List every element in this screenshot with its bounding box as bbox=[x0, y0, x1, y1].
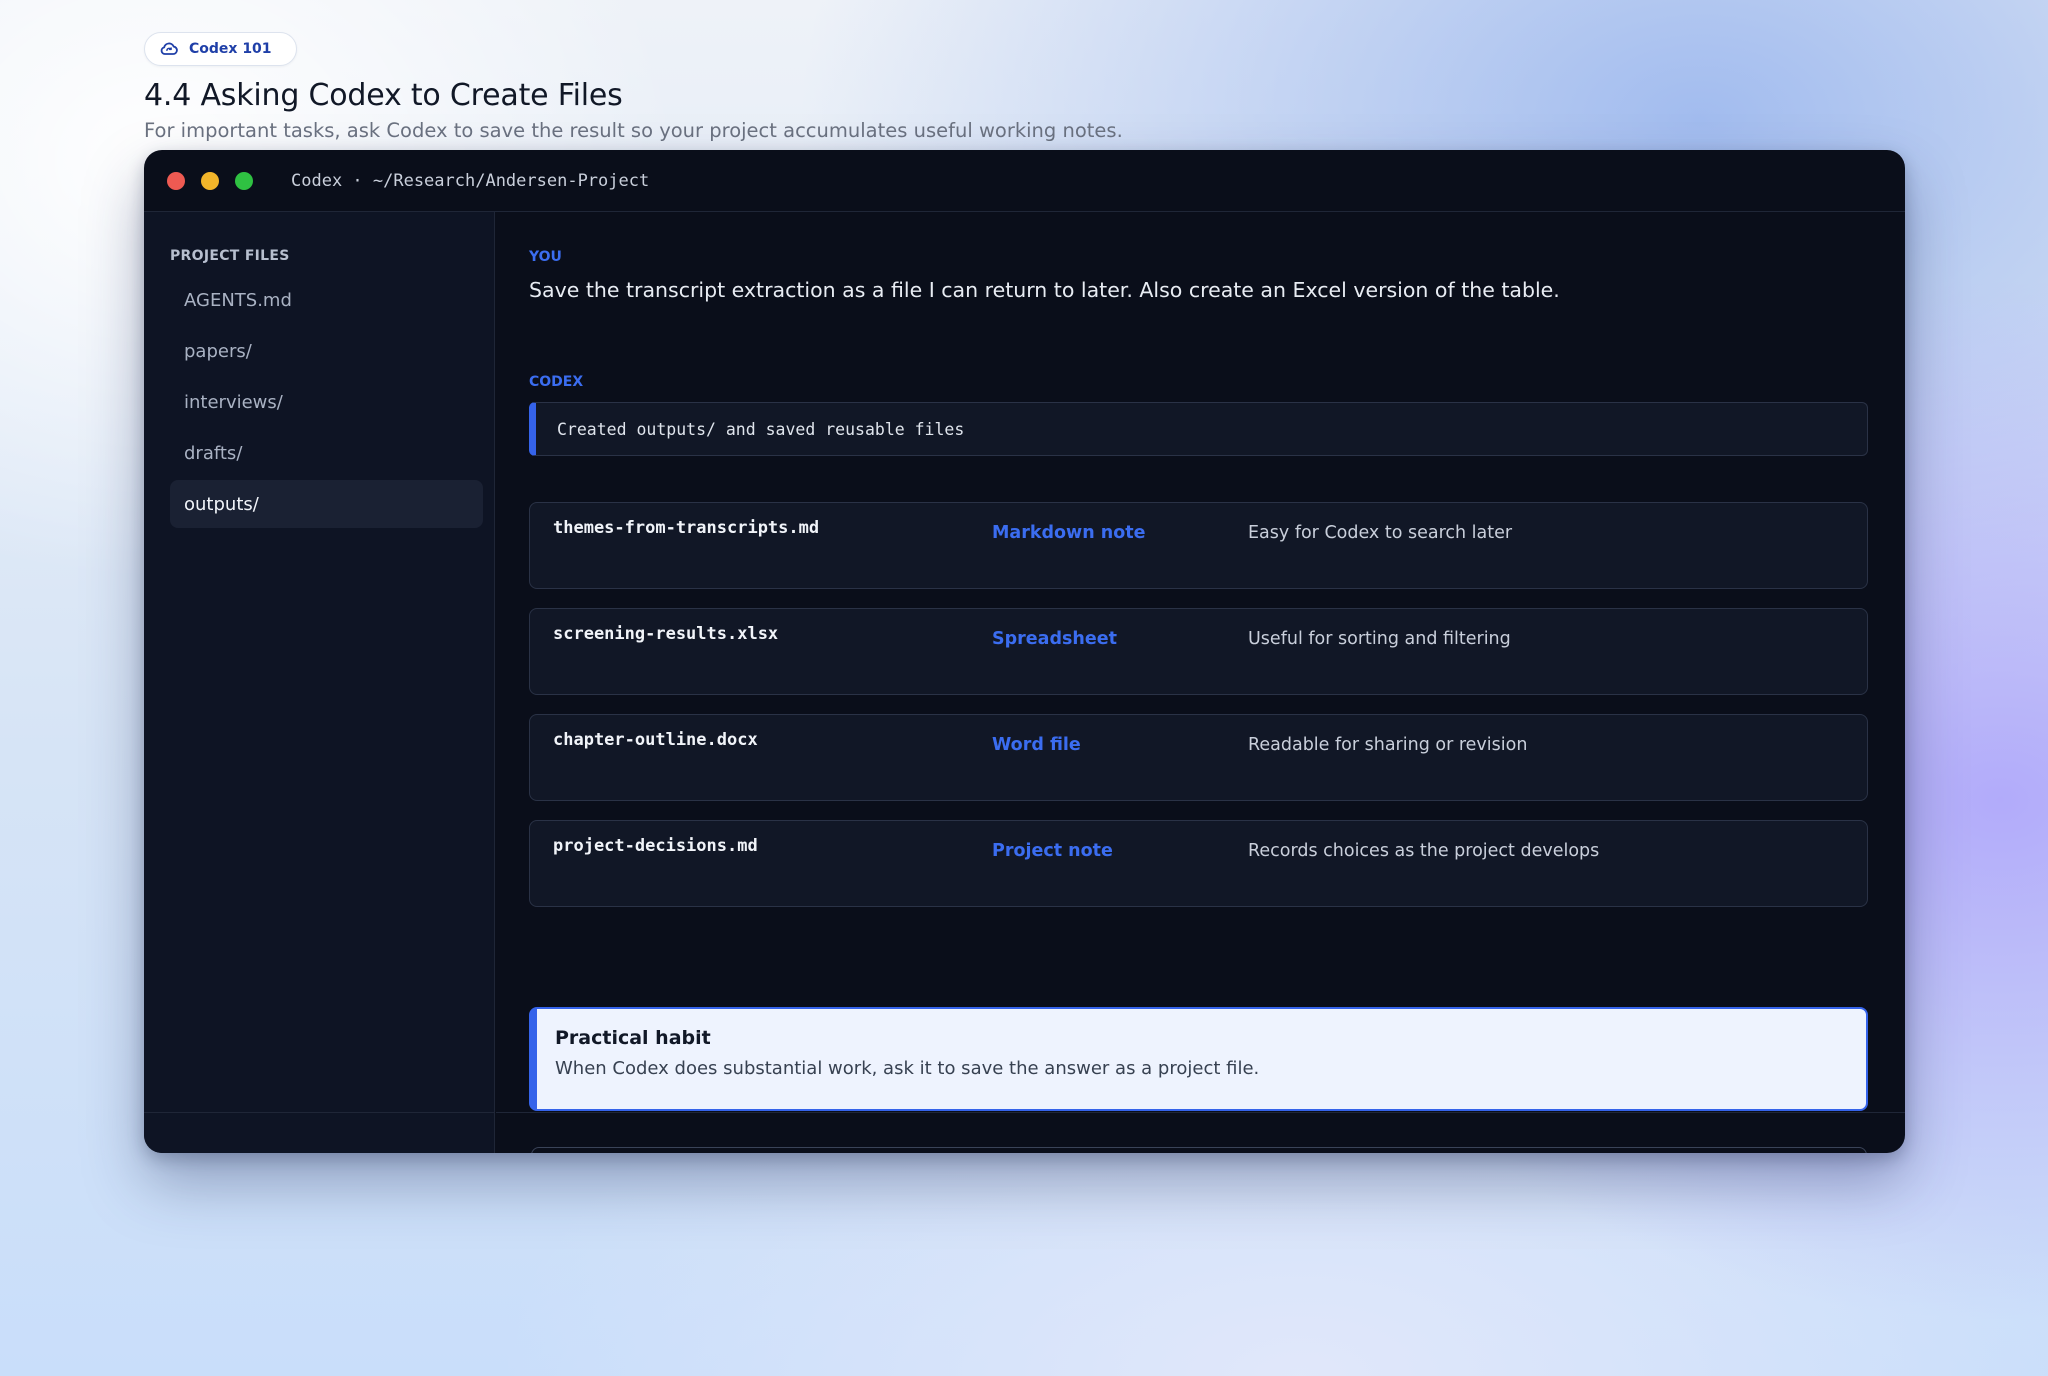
window-titlebar: Codex · ~/Research/Andersen-Project bbox=[144, 150, 1905, 212]
file-description: Useful for sorting and filtering bbox=[1248, 629, 1511, 649]
file-name: themes-from-transcripts.md bbox=[553, 518, 820, 538]
file-description: Easy for Codex to search later bbox=[1248, 523, 1513, 543]
callout-body: When Codex does substantial work, ask it… bbox=[555, 1058, 1260, 1079]
window-title: Codex · ~/Research/Andersen-Project bbox=[291, 170, 650, 191]
cloud-sync-icon bbox=[160, 42, 178, 55]
file-type: Project note bbox=[992, 841, 1113, 861]
sidebar-item-agents-md[interactable]: AGENTS.md bbox=[170, 276, 483, 324]
file-row[interactable]: themes-from-transcripts.md Markdown note… bbox=[529, 502, 1868, 589]
sidebar-item-interviews[interactable]: interviews/ bbox=[170, 378, 483, 426]
file-name: screening-results.xlsx bbox=[553, 624, 779, 644]
status-message-text: Created outputs/ and saved reusable file… bbox=[557, 419, 965, 439]
sidebar-item-papers[interactable]: papers/ bbox=[170, 327, 483, 375]
file-row[interactable]: chapter-outline.docx Word file Readable … bbox=[529, 714, 1868, 801]
maximize-window-button[interactable] bbox=[235, 171, 253, 190]
sidebar-footer-divider bbox=[144, 1112, 494, 1113]
file-row[interactable]: project-decisions.md Project note Record… bbox=[529, 820, 1868, 907]
message-input[interactable] bbox=[531, 1147, 1867, 1153]
assistant-role-label: CODEX bbox=[529, 374, 584, 390]
composer-divider bbox=[496, 1112, 1905, 1113]
course-badge[interactable]: Codex 101 bbox=[144, 32, 297, 66]
file-type: Spreadsheet bbox=[992, 629, 1117, 649]
project-file-list: AGENTS.md papers/ interviews/ drafts/ ou… bbox=[170, 276, 483, 531]
file-row[interactable]: screening-results.xlsx Spreadsheet Usefu… bbox=[529, 608, 1868, 695]
practical-habit-callout: Practical habit When Codex does substant… bbox=[529, 1007, 1868, 1111]
user-message: Save the transcript extraction as a file… bbox=[529, 278, 1560, 302]
project-sidebar: PROJECT FILES AGENTS.md papers/ intervie… bbox=[144, 212, 495, 1153]
file-type: Word file bbox=[992, 735, 1081, 755]
chat-panel: YOU Save the transcript extraction as a … bbox=[496, 212, 1905, 1153]
sidebar-item-drafts[interactable]: drafts/ bbox=[170, 429, 483, 477]
file-name: chapter-outline.docx bbox=[553, 730, 758, 750]
created-files-list: themes-from-transcripts.md Markdown note… bbox=[529, 502, 1868, 926]
page-title: 4.4 Asking Codex to Create Files bbox=[144, 78, 623, 113]
close-window-button[interactable] bbox=[167, 171, 185, 190]
file-type: Markdown note bbox=[992, 523, 1146, 543]
file-name: project-decisions.md bbox=[553, 836, 758, 856]
minimize-window-button[interactable] bbox=[201, 171, 219, 190]
sidebar-item-outputs[interactable]: outputs/ bbox=[170, 480, 483, 528]
file-description: Readable for sharing or revision bbox=[1248, 735, 1528, 755]
callout-title: Practical habit bbox=[555, 1027, 711, 1049]
user-role-label: YOU bbox=[529, 249, 562, 265]
page-subtitle: For important tasks, ask Codex to save t… bbox=[144, 119, 1123, 142]
sidebar-heading: PROJECT FILES bbox=[170, 248, 290, 264]
course-badge-label: Codex 101 bbox=[189, 41, 272, 57]
codex-window: Codex · ~/Research/Andersen-Project PROJ… bbox=[144, 150, 1905, 1153]
status-message: Created outputs/ and saved reusable file… bbox=[529, 402, 1868, 456]
file-description: Records choices as the project develops bbox=[1248, 841, 1600, 861]
lesson-header: Codex 101 4.4 Asking Codex to Create Fil… bbox=[144, 32, 1123, 142]
